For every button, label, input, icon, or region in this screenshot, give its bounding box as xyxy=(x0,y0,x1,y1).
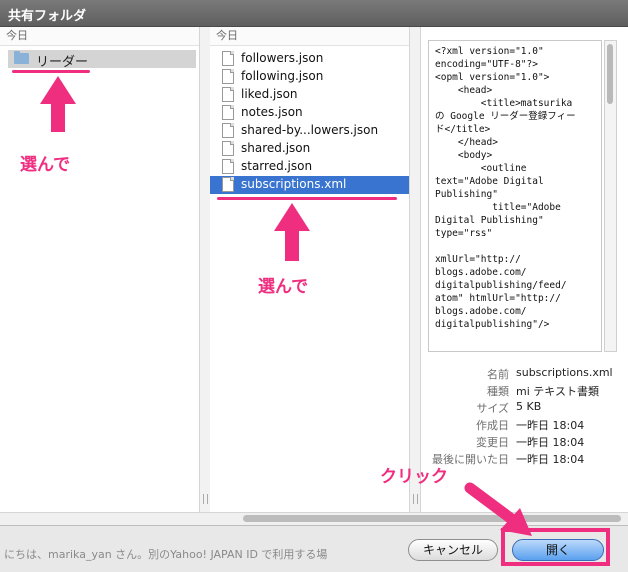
info-key: サイズ xyxy=(476,402,509,415)
info-key: 名前 xyxy=(487,368,509,381)
info-row: 最後に開いた日 一昨日 18:04 xyxy=(420,451,620,468)
document-icon xyxy=(222,105,234,120)
file-item[interactable]: followers.json xyxy=(210,50,409,68)
column-2-header: 今日 xyxy=(210,27,409,46)
file-name: liked.json xyxy=(241,87,298,101)
background-page-text: にちは、marika_yan さん。別のYahoo! JAPAN ID で利用す… xyxy=(4,548,328,561)
info-value: 一昨日 18:04 xyxy=(516,436,585,449)
window-title: 共有フォルダ xyxy=(8,9,87,24)
info-value: 一昨日 18:04 xyxy=(516,453,585,466)
file-item[interactable]: liked.json xyxy=(210,86,409,104)
file-item[interactable]: shared.json xyxy=(210,140,409,158)
file-item-selected[interactable]: subscriptions.xml xyxy=(210,176,409,194)
preview-text: <?xml version="1.0" encoding="UTF-8"?> <… xyxy=(435,46,576,330)
info-row: 名前 subscriptions.xml xyxy=(420,366,620,383)
folder-icon xyxy=(14,51,29,64)
file-name: shared.json xyxy=(241,141,311,155)
file-name: subscriptions.xml xyxy=(241,177,347,191)
column-2: 今日 followers.json following.json liked.j… xyxy=(210,27,409,512)
info-row: 作成日 一昨日 18:04 xyxy=(420,417,620,434)
document-icon xyxy=(222,51,234,66)
info-value: 5 KB xyxy=(516,400,542,413)
document-icon xyxy=(222,159,234,174)
info-value: subscriptions.xml xyxy=(516,366,613,379)
annotation-label: クリック xyxy=(380,467,448,487)
info-row: 変更日 一昨日 18:04 xyxy=(420,434,620,451)
info-row: サイズ 5 KB xyxy=(420,400,620,417)
file-list: followers.json following.json liked.json… xyxy=(210,50,409,194)
cancel-button[interactable]: キャンセル xyxy=(408,539,498,561)
document-icon xyxy=(222,141,234,156)
file-item[interactable]: following.json xyxy=(210,68,409,86)
file-info: 名前 subscriptions.xml 種類 mi テキスト書類 サイズ 5 KB … xyxy=(420,366,620,468)
document-icon xyxy=(222,87,234,102)
info-value: 一昨日 18:04 xyxy=(516,419,585,432)
info-key: 変更日 xyxy=(476,436,509,449)
file-name: followers.json xyxy=(241,51,324,65)
file-preview: <?xml version="1.0" encoding="UTF-8"?> <… xyxy=(428,40,602,352)
horizontal-scrollbar[interactable] xyxy=(0,512,628,525)
annotation-highlight-box xyxy=(501,528,610,566)
info-value: mi テキスト書類 xyxy=(516,385,599,398)
file-item[interactable]: starred.json xyxy=(210,158,409,176)
column-1-header: 今日 xyxy=(0,27,199,46)
file-item[interactable]: notes.json xyxy=(210,104,409,122)
file-name: shared-by...lowers.json xyxy=(241,123,379,137)
annotation-underline xyxy=(217,197,397,200)
preview-scrollbar[interactable] xyxy=(604,40,617,352)
document-icon xyxy=(222,177,234,192)
document-icon xyxy=(222,69,234,84)
folder-label: リーダー xyxy=(36,55,89,70)
file-name: starred.json xyxy=(241,159,313,173)
preview-scroll-thumb[interactable] xyxy=(607,44,613,104)
info-key: 作成日 xyxy=(476,419,509,432)
annotation-label: 選んで xyxy=(258,277,309,297)
column-1: 今日 リーダー xyxy=(0,27,199,512)
info-row: 種類 mi テキスト書類 xyxy=(420,383,620,400)
document-icon xyxy=(222,123,234,138)
file-name: following.json xyxy=(241,69,324,83)
annotation-label: 選んで xyxy=(20,155,71,175)
title-bar: 共有フォルダ xyxy=(0,0,628,27)
file-item[interactable]: shared-by...lowers.json xyxy=(210,122,409,140)
horizontal-scroll-thumb[interactable] xyxy=(243,515,621,522)
folder-item-reader[interactable]: リーダー xyxy=(8,50,196,70)
file-name: notes.json xyxy=(241,105,303,119)
info-key: 種類 xyxy=(487,385,509,398)
annotation-underline xyxy=(12,70,90,73)
